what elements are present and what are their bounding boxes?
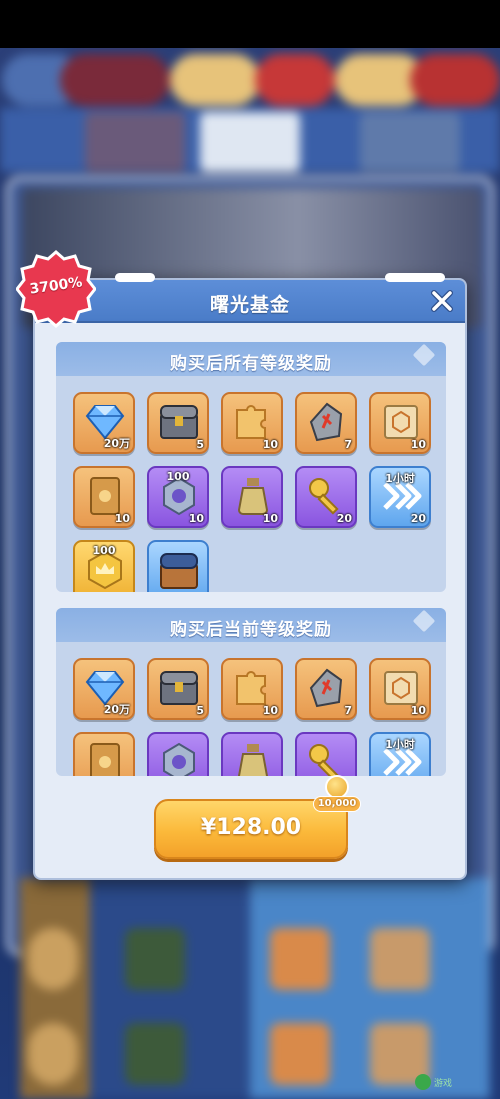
- bonus-badge: 10,000: [313, 775, 361, 815]
- price-label: ¥128.00: [200, 815, 302, 840]
- item-quantity: 10: [262, 704, 278, 717]
- reward-item[interactable]: [295, 732, 357, 776]
- section-header: 购买后当前等级奖励: [56, 608, 446, 642]
- watermark-logo: 游戏: [412, 1071, 492, 1093]
- treasure-chest-icon: [160, 405, 198, 439]
- gear-token-icon: [163, 742, 195, 776]
- reward-item[interactable]: 10: [221, 392, 283, 454]
- reward-item[interactable]: 10: [369, 392, 431, 454]
- snow-decoration: [115, 273, 155, 282]
- reward-item[interactable]: [147, 540, 209, 592]
- item-quantity: 20万: [103, 437, 130, 450]
- item-quantity: 20: [410, 512, 426, 525]
- modal-title: 曙光基金: [209, 294, 290, 316]
- reward-item[interactable]: 20: [295, 466, 357, 528]
- close-icon[interactable]: [429, 288, 455, 314]
- item-quantity: 10: [410, 438, 426, 451]
- rune-stone-icon: [309, 668, 343, 708]
- item-top-label: 100: [92, 544, 116, 557]
- item-quantity: 5: [196, 704, 204, 717]
- fund-modal: 曙光基金 购买后所有等级奖励 20万 5 10 7 10 10 100 10 10 20 1小时 20…: [33, 273, 467, 880]
- key-icon: [309, 744, 339, 776]
- item-quantity: 20万: [103, 703, 130, 716]
- discount-badge: 3700%: [15, 250, 97, 328]
- item-top-label: 100: [166, 470, 190, 483]
- reward-item[interactable]: 7: [295, 392, 357, 454]
- reward-item[interactable]: 10: [369, 658, 431, 720]
- reward-item[interactable]: 7: [295, 658, 357, 720]
- reward-item[interactable]: 10: [73, 466, 135, 528]
- section-title: 购买后当前等级奖励: [170, 620, 332, 640]
- reward-item[interactable]: 5: [147, 658, 209, 720]
- modal-header: 曙光基金: [35, 273, 465, 323]
- reward-item[interactable]: 1小时 20: [369, 466, 431, 528]
- section-title: 购买后所有等级奖励: [170, 354, 332, 374]
- reward-item[interactable]: [221, 732, 283, 776]
- treasure-chest-icon: [160, 671, 198, 705]
- item-quantity: 10: [188, 512, 204, 525]
- section-header: 购买后所有等级奖励: [56, 342, 446, 376]
- reward-item[interactable]: 100: [73, 540, 135, 592]
- reward-item[interactable]: 5: [147, 392, 209, 454]
- bonus-amount: 10,000: [313, 796, 361, 812]
- reward-item[interactable]: 1小时: [369, 732, 431, 776]
- item-quantity: 7: [344, 704, 352, 717]
- item-quantity: 10: [410, 704, 426, 717]
- reward-item[interactable]: 100 10: [147, 466, 209, 528]
- reward-item[interactable]: 20万: [73, 392, 135, 454]
- section-all-levels: 购买后所有等级奖励 20万 5 10 7 10 10 100 10 10 20 1小时 20 100: [56, 342, 446, 592]
- item-quantity: 10: [262, 512, 278, 525]
- reward-item[interactable]: [73, 732, 135, 776]
- reward-item[interactable]: 10: [221, 466, 283, 528]
- card-icon: [90, 743, 120, 776]
- reward-item[interactable]: 20万: [73, 658, 135, 720]
- item-quantity: 20: [336, 512, 352, 525]
- item-quantity: 10: [262, 438, 278, 451]
- item-quantity: 5: [196, 438, 204, 451]
- potion-bottle-icon: [237, 744, 269, 776]
- item-top-label: 1小时: [385, 738, 415, 751]
- item-top-label: 1小时: [385, 472, 415, 485]
- status-bar: [0, 0, 500, 48]
- item-quantity: 10: [114, 512, 130, 525]
- blue-chest-icon: [160, 553, 198, 589]
- reward-item[interactable]: 10: [221, 658, 283, 720]
- reward-item[interactable]: [147, 732, 209, 776]
- section-current-level: 购买后当前等级奖励 20万 5 10 7 10 1小时: [56, 608, 446, 776]
- rune-stone-icon: [309, 402, 343, 442]
- item-quantity: 7: [344, 438, 352, 451]
- snow-decoration: [385, 273, 445, 282]
